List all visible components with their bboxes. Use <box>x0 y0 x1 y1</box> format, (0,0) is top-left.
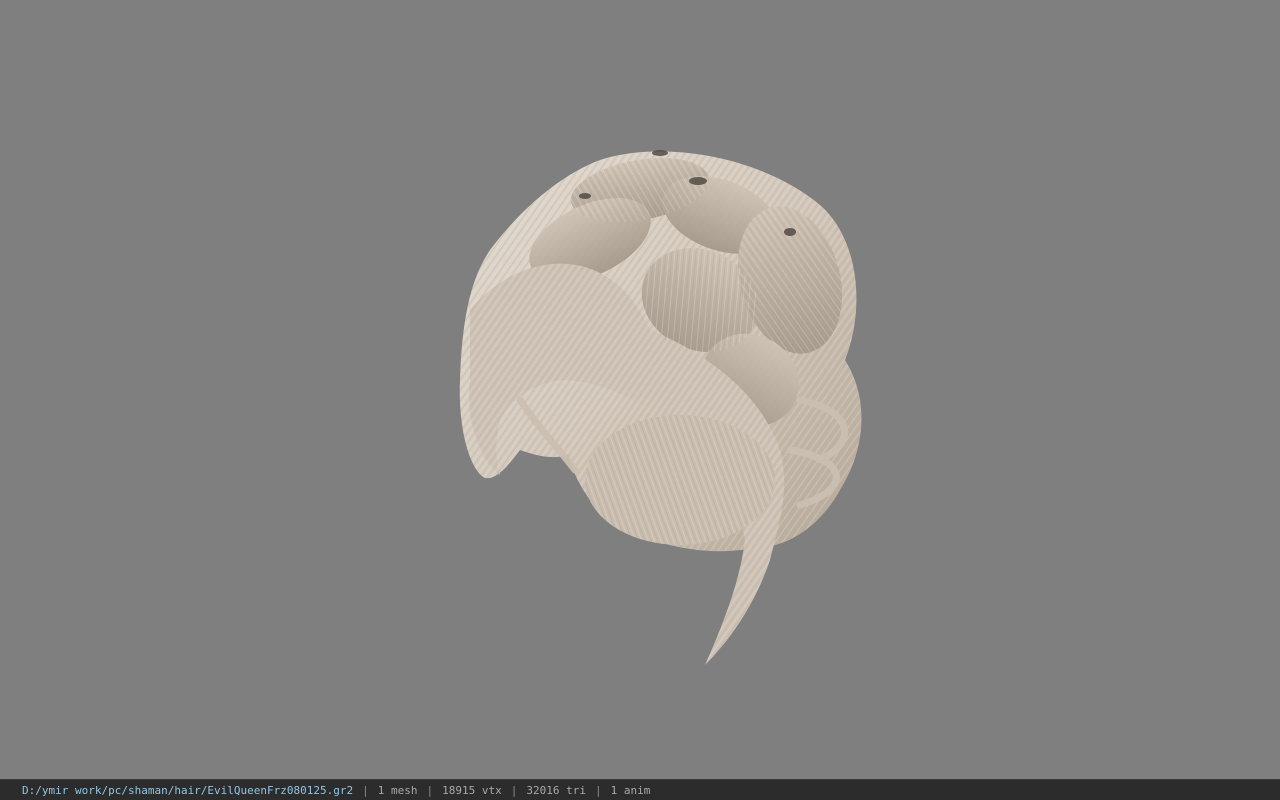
status-separator: | <box>426 783 434 797</box>
status-separator: | <box>594 783 602 797</box>
mesh-count: 1 mesh <box>377 783 418 797</box>
status-separator: | <box>362 783 369 797</box>
hair-bun <box>585 415 775 545</box>
3d-viewport[interactable] <box>0 0 1280 779</box>
hair-model-render <box>459 150 862 665</box>
status-separator: | <box>510 783 518 797</box>
triangle-count: 32016 tri <box>526 783 586 797</box>
file-path: D:/ymir work/pc/shaman/hair/EvilQueenFrz… <box>22 783 354 797</box>
status-bar: D:/ymir work/pc/shaman/hair/EvilQueenFrz… <box>0 779 1280 800</box>
animation-count: 1 anim <box>610 783 651 797</box>
vertex-count: 18915 vtx <box>442 783 502 797</box>
